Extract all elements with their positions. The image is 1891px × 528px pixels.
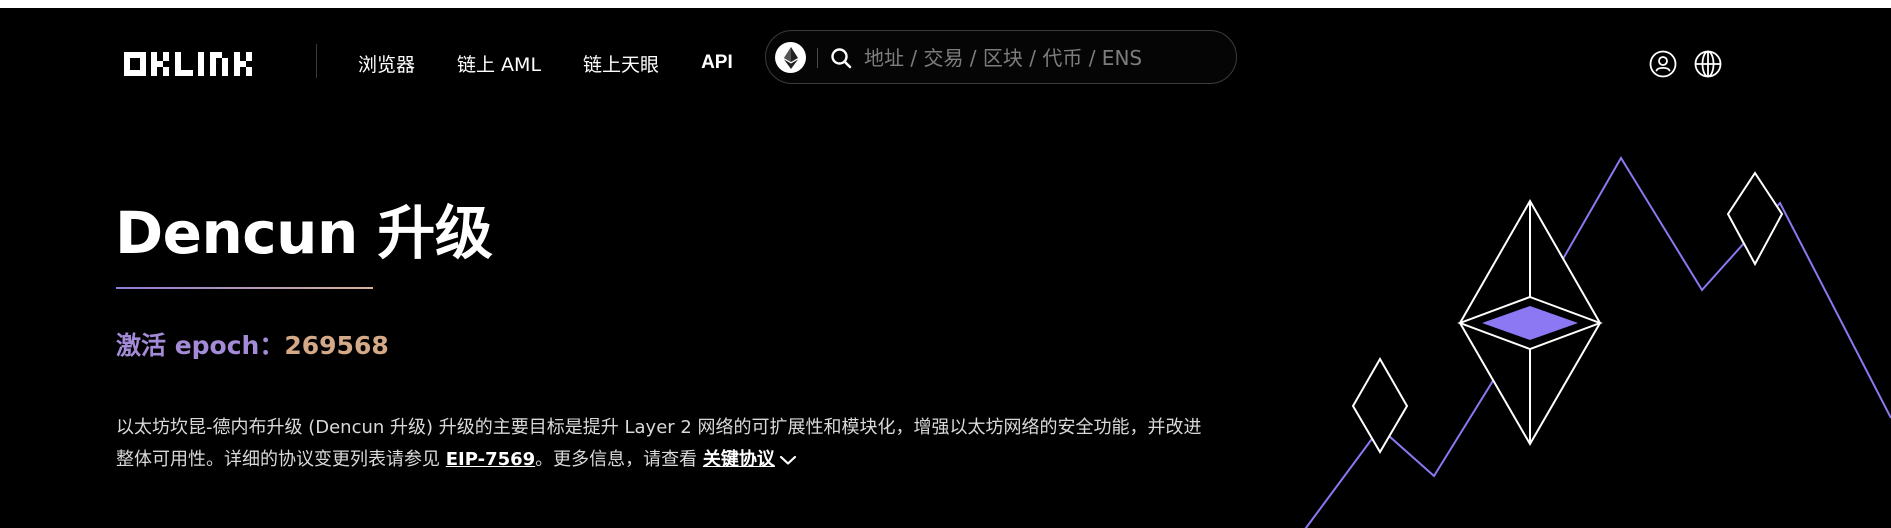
- main-nav: 浏览器 链上 AML 链上天眼 API: [358, 46, 775, 80]
- page-title: Dencun 升级: [115, 199, 493, 267]
- small-diamond-left: [1351, 356, 1409, 454]
- mountain-line: [1304, 156, 1891, 528]
- key-protocols-link[interactable]: 关键协议: [703, 449, 775, 470]
- search-separator: [817, 48, 818, 68]
- oklink-logo[interactable]: [124, 52, 267, 76]
- epoch-label: 激活 epoch：: [116, 331, 285, 360]
- nav-item-onchain-aml[interactable]: 链上 AML: [457, 50, 541, 77]
- nav-item-explorer[interactable]: 浏览器: [358, 50, 415, 77]
- nav-item-api[interactable]: API: [701, 52, 733, 74]
- epoch-value: 269568: [284, 331, 389, 360]
- ethereum-mountains-illustration: [1304, 156, 1891, 528]
- search-icon: [831, 48, 852, 69]
- ethereum-icon: [783, 46, 798, 69]
- upgrade-description: 以太坊坎昆-德内布升级 (Dencun 升级) 升级的主要目标是提升 Layer…: [116, 412, 1206, 476]
- search-input[interactable]: [862, 42, 1226, 74]
- description-text-more: 。更多信息，请查看: [535, 449, 703, 470]
- chain-selector-button[interactable]: [775, 42, 806, 73]
- activation-epoch: 激活 epoch：269568: [116, 326, 389, 362]
- small-diamond-right: [1726, 171, 1784, 267]
- header-divider: [316, 44, 317, 78]
- chevron-down-icon[interactable]: [779, 454, 797, 466]
- user-icon[interactable]: [1649, 50, 1677, 78]
- nav-item-onchain-eye[interactable]: 链上天眼: [583, 50, 659, 77]
- title-underline: [116, 287, 373, 289]
- eip-7569-link[interactable]: EIP-7569: [446, 449, 535, 470]
- search-bar: [765, 30, 1237, 84]
- page: 浏览器 链上 AML 链上天眼 API Dencun 升级: [0, 8, 1891, 528]
- globe-icon[interactable]: [1694, 50, 1722, 78]
